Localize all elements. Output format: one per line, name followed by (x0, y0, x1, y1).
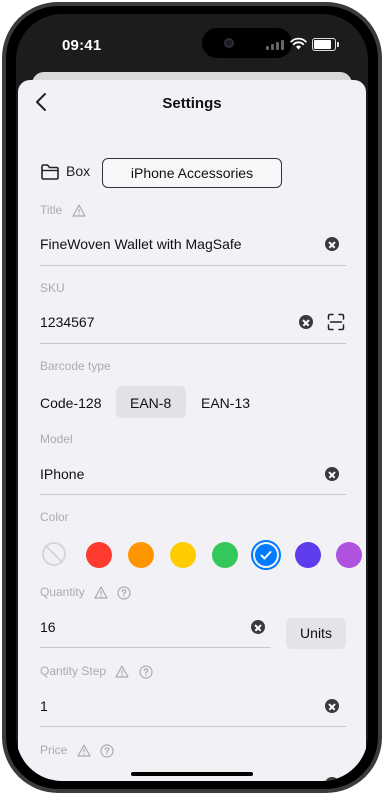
color-swatch[interactable] (295, 542, 321, 568)
title-field-label: Title (40, 203, 86, 217)
price-label-text: Price (40, 743, 68, 757)
sku-field-label: SKU (40, 281, 65, 295)
barcode-type-label: Barcode type (40, 359, 111, 373)
barcode-option-code128[interactable]: Code-128 (40, 395, 102, 411)
clear-model-icon[interactable] (325, 467, 339, 481)
help-icon[interactable] (100, 744, 114, 758)
color-swatch[interactable] (170, 542, 196, 568)
warning-icon (94, 586, 108, 599)
help-icon[interactable] (139, 665, 153, 679)
navigation-bar: Settings (18, 80, 366, 124)
price-field-label: Price (40, 743, 114, 758)
camera-icon (224, 38, 234, 48)
quantity-step-label-text: Qantity Step (40, 664, 107, 678)
quantity-underline (40, 647, 271, 648)
quantity-step-input[interactable]: 1 (40, 698, 48, 714)
barcode-scan-icon[interactable] (327, 313, 345, 331)
phone-frame: 09:41 Settings Box iPhone Accessories Ti… (0, 0, 384, 795)
selected-color-ring (251, 540, 281, 570)
title-label-text: Title (40, 203, 63, 217)
title-input[interactable]: FineWoven Wallet with MagSafe (40, 236, 242, 252)
color-swatch[interactable] (336, 542, 362, 568)
barcode-option-ean13[interactable]: EAN-13 (201, 395, 250, 411)
page-title: Settings (162, 95, 222, 112)
status-bar: 09:41 (16, 14, 368, 68)
model-field-label: Model (40, 432, 73, 446)
quantity-label-text: Quantity (40, 585, 85, 599)
color-field-label: Color (40, 510, 69, 524)
screen: 09:41 Settings Box iPhone Accessories Ti… (16, 14, 368, 781)
signal-icon (266, 38, 286, 50)
color-swatch[interactable] (86, 542, 112, 568)
warning-icon (115, 665, 129, 678)
sku-underline (40, 343, 346, 344)
wifi-icon (290, 37, 307, 50)
model-input[interactable]: IPhone (40, 466, 84, 482)
no-color-swatch[interactable] (42, 542, 66, 566)
quantity-input[interactable]: 16 (40, 619, 56, 635)
box-label: Box (66, 163, 91, 179)
color-swatch[interactable] (128, 542, 154, 568)
home-indicator (131, 772, 253, 776)
battery-icon (312, 38, 339, 51)
price-input[interactable]: 59 (40, 776, 56, 781)
model-underline (40, 494, 346, 495)
clear-quantity-icon[interactable] (251, 620, 265, 634)
units-button[interactable]: Units (286, 618, 346, 649)
sku-input[interactable]: 1234567 (40, 314, 95, 330)
box-value-button[interactable]: iPhone Accessories (102, 158, 282, 188)
clear-price-icon[interactable] (325, 777, 339, 781)
clear-sku-icon[interactable] (299, 315, 313, 329)
clear-title-icon[interactable] (325, 237, 339, 251)
warning-icon (71, 204, 86, 217)
status-time: 09:41 (62, 37, 102, 54)
color-swatch[interactable] (212, 542, 238, 568)
barcode-option-ean8[interactable]: EAN-8 (130, 395, 171, 411)
quantity-field-label: Quantity (40, 585, 131, 600)
title-underline (40, 265, 346, 266)
quantity-step-underline (40, 726, 346, 727)
folder-icon (41, 164, 59, 180)
quantity-step-label: Qantity Step (40, 664, 153, 679)
warning-icon (77, 744, 91, 757)
clear-quantity-step-icon[interactable] (325, 699, 339, 713)
help-icon[interactable] (117, 586, 131, 600)
settings-sheet: Settings Box iPhone Accessories Title Fi… (18, 80, 366, 781)
